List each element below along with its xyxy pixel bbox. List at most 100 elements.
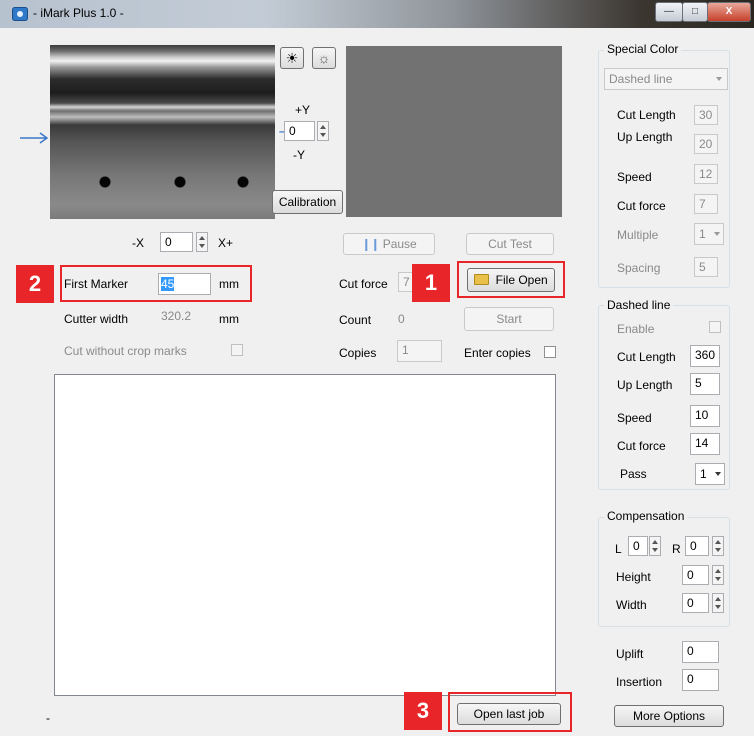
cut-force-label: Cut force xyxy=(339,277,388,291)
pause-icon: ❙❙ xyxy=(361,237,380,251)
comp-l-label: L xyxy=(615,542,622,556)
special-color-title: Special Color xyxy=(604,42,682,56)
sc-multiple-label: Multiple xyxy=(617,228,659,242)
cutter-width-value: 320.2 xyxy=(161,309,192,323)
main-content: ☀ ☼ +Y – 0 -Y Calibration -X 0 X+ ❙❙ Pau… xyxy=(8,28,748,736)
maximize-button[interactable]: □ xyxy=(682,2,708,22)
pause-label: Pause xyxy=(382,237,417,251)
cutter-width-label: Cutter width xyxy=(64,312,129,326)
annotation-badge-3: 3 xyxy=(404,692,442,730)
comp-l-input[interactable]: 0 xyxy=(628,536,648,556)
sc-spacing-input[interactable]: 5 xyxy=(694,257,718,277)
comp-height-input[interactable]: 0 xyxy=(682,565,709,585)
brightness-up-button[interactable]: ☀ xyxy=(280,47,304,69)
title-bar[interactable]: - iMark Plus 1.0 - — □ X xyxy=(0,0,754,28)
pause-button[interactable]: ❙❙ Pause xyxy=(343,233,435,255)
special-color-mode-select[interactable]: Dashed line xyxy=(604,68,728,90)
x-offset-spinner[interactable] xyxy=(196,232,208,252)
comp-r-input[interactable]: 0 xyxy=(685,536,709,556)
sc-speed-input[interactable]: 12 xyxy=(694,164,718,184)
app-eye-icon[interactable] xyxy=(12,7,28,21)
count-label: Count xyxy=(339,313,372,327)
dl-pass-value: 1 xyxy=(700,467,707,481)
window-title: - iMark Plus 1.0 - xyxy=(33,6,124,20)
app-window: - iMark Plus 1.0 - — □ X ☀ ☼ +Y – 0 -Y C… xyxy=(0,0,754,736)
annotation-box-file-open xyxy=(457,261,565,298)
comp-width-input[interactable]: 0 xyxy=(682,593,709,613)
start-button[interactable]: Start xyxy=(464,307,554,331)
cut-without-crop-label: Cut without crop marks xyxy=(64,344,187,358)
dl-up-length-label: Up Length xyxy=(617,378,673,392)
dl-up-length-input[interactable]: 5 xyxy=(690,373,720,395)
plus-x-label: X+ xyxy=(218,236,234,250)
close-button[interactable]: X xyxy=(707,2,751,22)
enter-copies-checkbox[interactable] xyxy=(544,346,556,358)
sc-cut-length-label: Cut Length xyxy=(617,108,676,122)
annotation-box-open-last-job xyxy=(448,692,572,732)
copies-input[interactable]: 1 xyxy=(397,340,442,362)
sun-bright-icon: ☀ xyxy=(285,50,299,66)
dl-speed-label: Speed xyxy=(617,411,652,425)
annotation-box-first-marker xyxy=(60,265,252,302)
comp-r-spinner[interactable] xyxy=(712,536,724,556)
insertion-label: Insertion xyxy=(616,675,663,689)
dl-enable-checkbox[interactable] xyxy=(709,321,721,333)
minus-y-label: -Y xyxy=(293,148,305,162)
sc-multiple-select[interactable]: 1 xyxy=(694,223,724,245)
sc-speed-label: Speed xyxy=(617,170,652,184)
uplift-label: Uplift xyxy=(616,647,644,661)
uplift-input[interactable]: 0 xyxy=(682,641,719,663)
special-color-mode-value: Dashed line xyxy=(609,72,673,86)
dl-cut-length-label: Cut Length xyxy=(617,350,676,364)
cut-test-button[interactable]: Cut Test xyxy=(466,233,554,255)
status-text: - xyxy=(46,711,50,725)
dl-speed-input[interactable]: 10 xyxy=(690,405,720,427)
dl-enable-label: Enable xyxy=(617,322,655,336)
annotation-badge-1: 1 xyxy=(412,264,450,302)
sc-cut-force-label: Cut force xyxy=(617,199,666,213)
plus-y-label: +Y xyxy=(295,103,311,117)
calibration-button[interactable]: Calibration xyxy=(272,190,343,214)
x-offset-input[interactable]: 0 xyxy=(160,232,193,252)
sc-multiple-value: 1 xyxy=(699,227,706,241)
enter-copies-label: Enter copies xyxy=(464,346,531,360)
cut-without-crop-checkbox[interactable] xyxy=(231,344,243,356)
y-offset-spinner[interactable] xyxy=(317,121,329,141)
dl-pass-select[interactable]: 1 xyxy=(695,463,725,485)
comp-width-label: Width xyxy=(616,598,647,612)
chevron-down-icon xyxy=(714,232,720,236)
more-options-button[interactable]: More Options xyxy=(614,705,724,727)
comp-l-spinner[interactable] xyxy=(649,536,661,556)
dashed-line-title: Dashed line xyxy=(604,298,674,312)
sc-spacing-label: Spacing xyxy=(617,261,661,275)
job-list[interactable] xyxy=(54,374,556,696)
minimize-button[interactable]: — xyxy=(655,2,683,22)
camera-preview xyxy=(50,45,275,219)
comp-height-label: Height xyxy=(616,570,651,584)
insertion-input[interactable]: 0 xyxy=(682,669,719,691)
chevron-down-icon xyxy=(715,472,721,476)
sc-up-length-input[interactable]: 20 xyxy=(694,134,718,154)
copies-label: Copies xyxy=(339,346,377,360)
dl-cut-force-input[interactable]: 14 xyxy=(690,433,720,455)
dl-cut-length-input[interactable]: 360 xyxy=(690,345,720,367)
cutter-width-unit: mm xyxy=(219,312,239,326)
count-value: 0 xyxy=(398,312,405,326)
marker-arrow-icon xyxy=(20,132,49,144)
sc-cut-force-input[interactable]: 7 xyxy=(694,194,718,214)
dl-pass-label: Pass xyxy=(620,467,647,481)
sc-up-length-label: Up Length xyxy=(617,130,673,144)
dl-cut-force-label: Cut force xyxy=(617,439,666,453)
brightness-down-button[interactable]: ☼ xyxy=(312,47,336,69)
y-offset-input[interactable]: 0 xyxy=(284,121,315,141)
comp-r-label: R xyxy=(672,542,681,556)
compensation-title: Compensation xyxy=(604,509,688,523)
cut-preview xyxy=(346,46,562,217)
annotation-badge-2: 2 xyxy=(16,265,54,303)
minus-x-label: -X xyxy=(132,236,144,250)
sun-dim-icon: ☼ xyxy=(317,50,331,66)
chevron-down-icon xyxy=(716,77,722,81)
sc-cut-length-input[interactable]: 30 xyxy=(694,105,718,125)
comp-height-spinner[interactable] xyxy=(712,565,724,585)
comp-width-spinner[interactable] xyxy=(712,593,724,613)
